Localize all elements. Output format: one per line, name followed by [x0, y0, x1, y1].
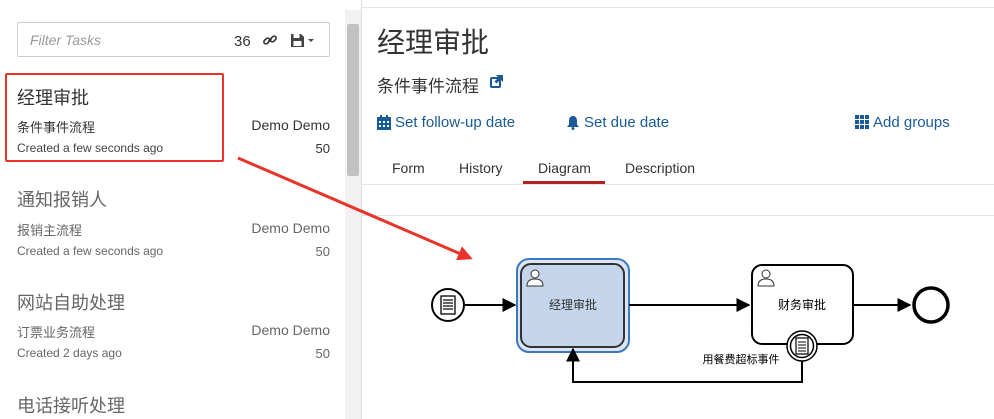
task-count: 36: [234, 33, 251, 50]
task-title: 经理审批: [377, 27, 490, 58]
bell-icon: [567, 116, 579, 130]
task-list-panel: Filter Tasks 36 经理审批 条件事件流程 Demo Demo Cr…: [0, 0, 362, 419]
tabs-divider: [362, 184, 994, 185]
scrollbar-thumb[interactable]: [347, 24, 359, 176]
grid-icon: [855, 115, 869, 129]
tab-history[interactable]: History: [459, 160, 503, 176]
task-filter-box[interactable]: Filter Tasks 36: [17, 22, 330, 57]
task-assignee: Demo Demo: [251, 322, 330, 338]
task-name: 通知报销人: [17, 190, 107, 210]
filter-placeholder[interactable]: Filter Tasks: [30, 32, 101, 48]
task-priority: 50: [315, 244, 330, 259]
task-process: 订票业务流程: [17, 325, 96, 340]
diagram-divider: [362, 215, 994, 216]
task-name: 电话接听处理: [17, 396, 125, 416]
task-process: 报销主流程: [17, 223, 83, 238]
task-created: Created 2 days ago: [17, 346, 122, 360]
task-assignee: Demo Demo: [251, 117, 330, 133]
add-groups-label: Add groups: [873, 114, 950, 131]
external-link-icon[interactable]: [489, 74, 504, 89]
task-list-header: [0, 0, 345, 10]
task-name: 网站自助处理: [17, 293, 125, 313]
task-item[interactable]: 通知报销人 报销主流程 Demo Demo Created a few seco…: [0, 175, 345, 275]
divider: [362, 7, 994, 8]
tasklist-app: Filter Tasks 36 经理审批 条件事件流程 Demo Demo Cr…: [0, 0, 994, 419]
save-dropdown-icon[interactable]: [290, 32, 316, 48]
tab-diagram[interactable]: Diagram: [538, 160, 591, 176]
tab-description[interactable]: Description: [625, 160, 695, 176]
task-created: Created a few seconds ago: [17, 244, 164, 258]
process-name-link[interactable]: 条件事件流程: [377, 72, 479, 97]
task-item[interactable]: 网站自助处理 订票业务流程 Demo Demo Created 2 days a…: [0, 278, 345, 378]
link-icon[interactable]: [262, 32, 278, 48]
task-detail-panel: 经理审批 条件事件流程 Set follow-up date Set due d…: [362, 0, 994, 419]
follow-up-label: Set follow-up date: [395, 114, 516, 131]
tab-form[interactable]: Form: [392, 160, 425, 176]
task-priority: 50: [315, 141, 330, 156]
task-priority: 50: [315, 346, 330, 361]
task-assignee: Demo Demo: [251, 220, 330, 236]
annotation-highlight-box: [5, 73, 224, 162]
due-date-label: Set due date: [584, 114, 670, 131]
calendar-icon: [377, 115, 391, 130]
task-item[interactable]: 电话接听处理: [0, 381, 345, 419]
